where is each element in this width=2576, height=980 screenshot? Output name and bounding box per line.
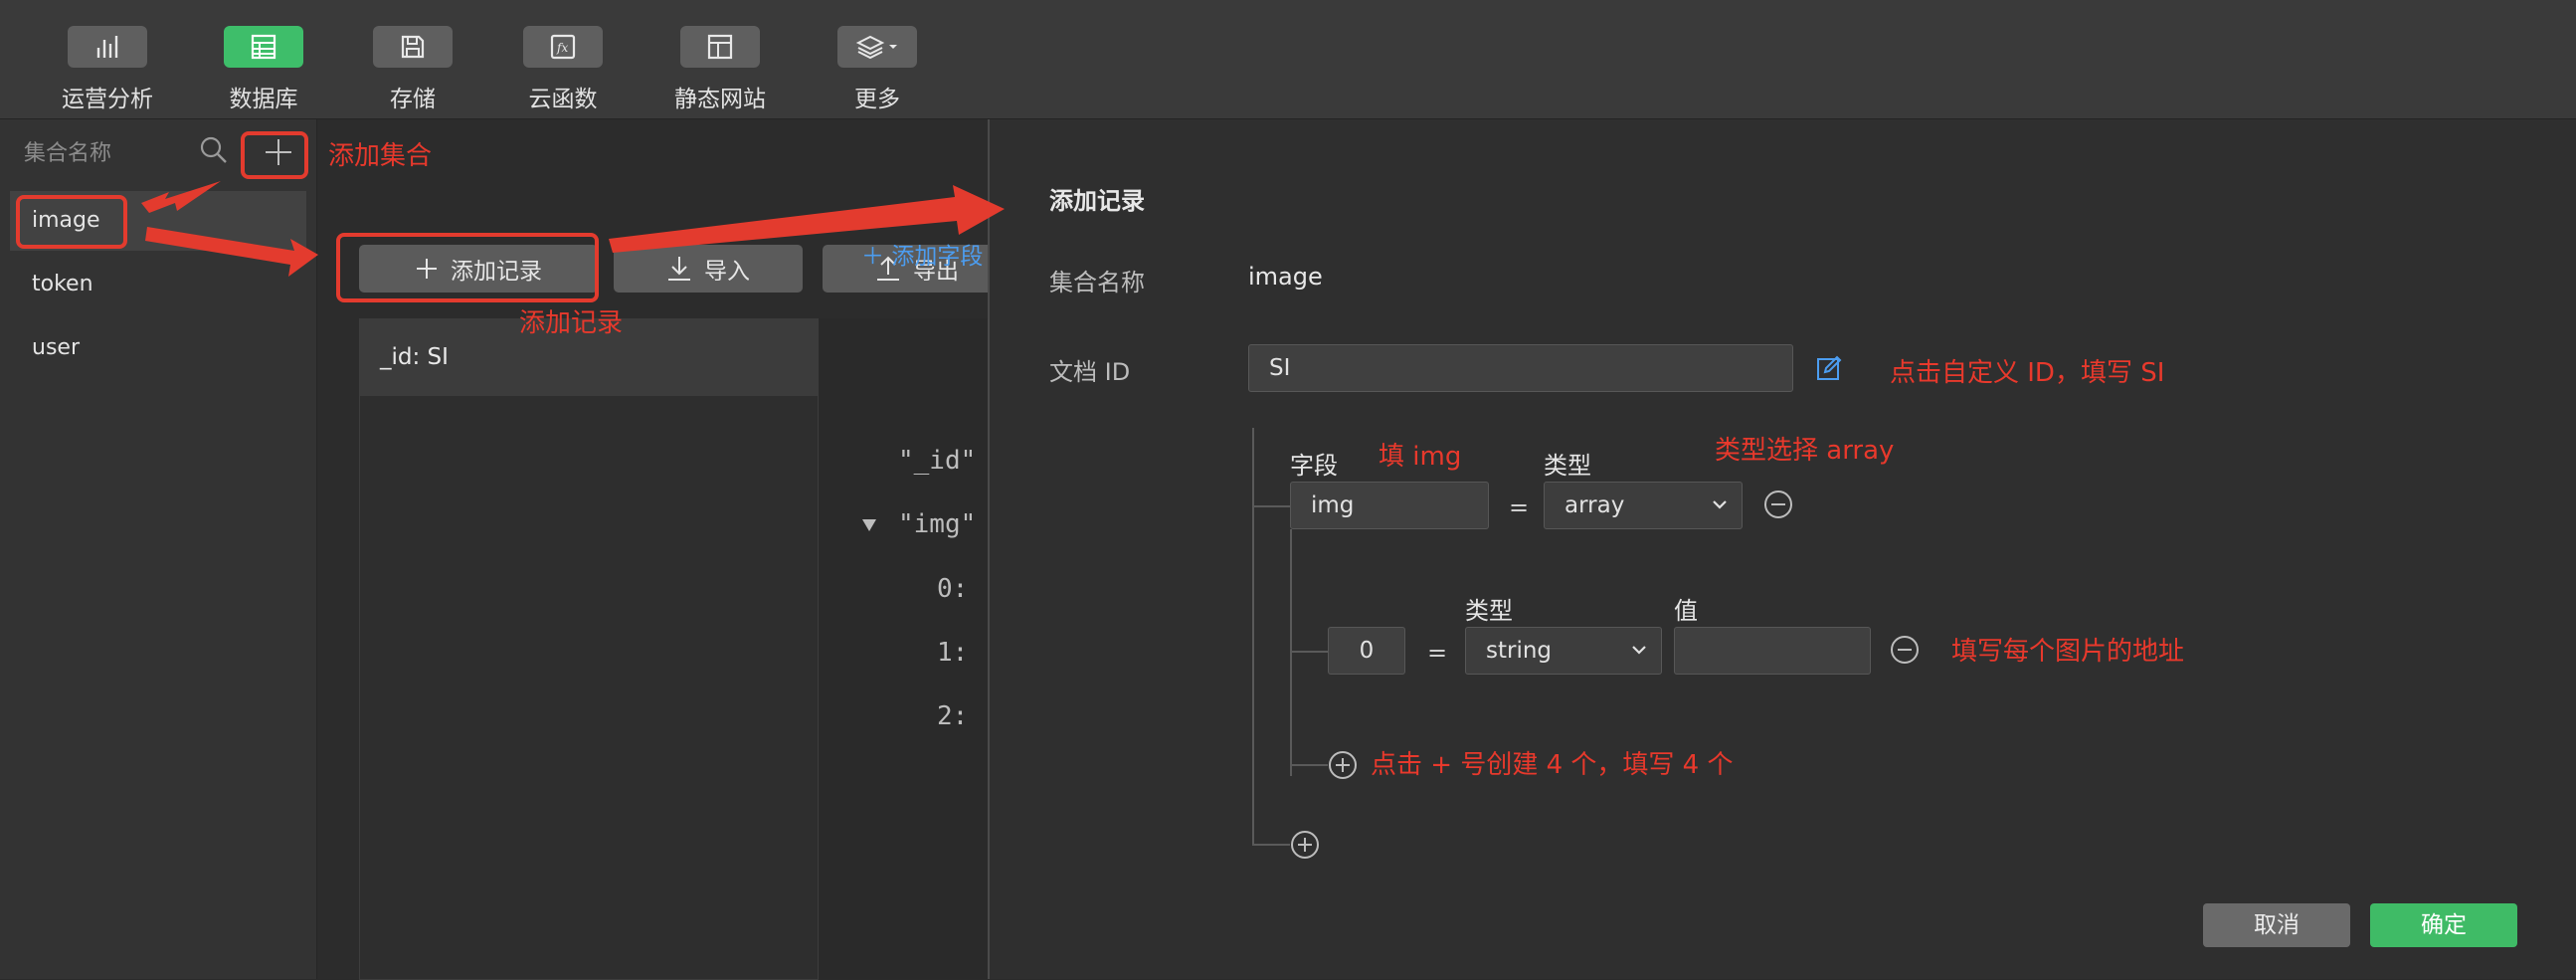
annotation-custom-id: 点击自定义 ID，填写 SI: [1890, 358, 2165, 388]
annotation-add-record: 添加记录: [519, 308, 624, 338]
annotation-plus-create: 点击 + 号创建 4 个，填写 4 个: [1371, 750, 1734, 780]
annotation-fill-url: 填写每个图片的地址: [1951, 637, 2185, 667]
annotation-add-collection: 添加集合: [328, 141, 433, 171]
annotation-type-array: 类型选择 array: [1715, 436, 1895, 466]
annotation-fill-img: 填 img: [1379, 442, 1462, 472]
